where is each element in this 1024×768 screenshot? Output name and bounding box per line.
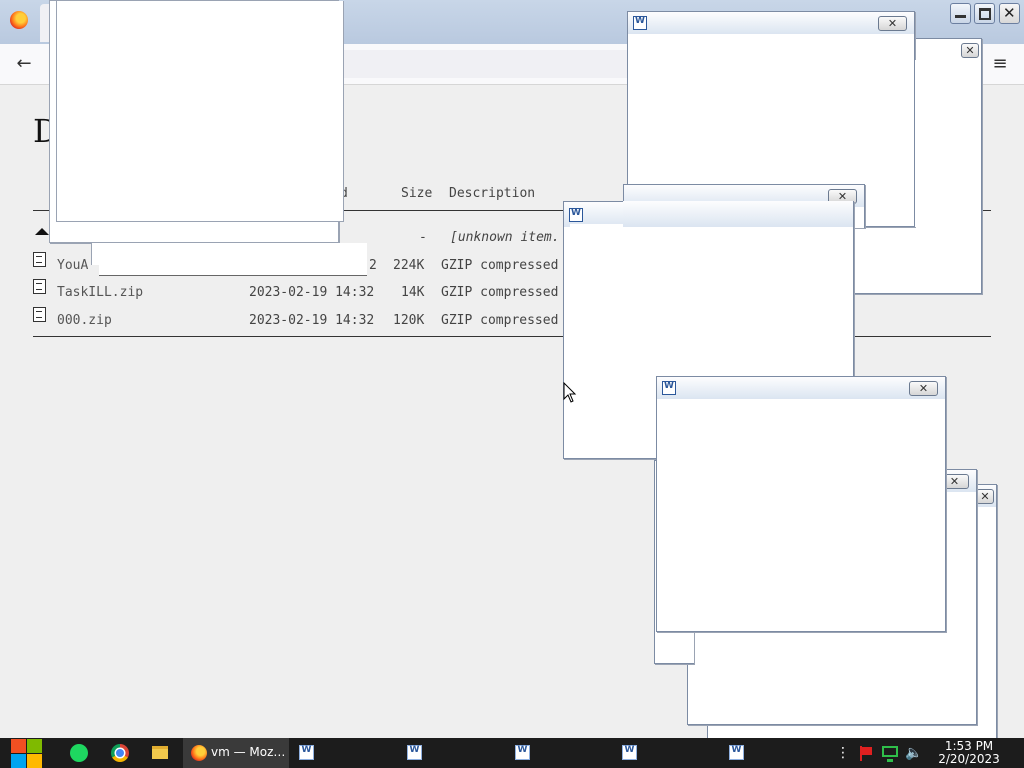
clock-date: 2/20/2023 (938, 752, 1000, 766)
taskbar-word-button[interactable] (510, 738, 614, 768)
system-clock[interactable]: 1:53 PM 2/20/2023 (934, 740, 1004, 766)
window-body (663, 399, 939, 625)
back-arrow-icon[interactable]: ← (13, 53, 35, 75)
tray-overflow-icon[interactable]: ⋮ (836, 745, 850, 761)
hamburger-menu-icon[interactable]: ≡ (989, 53, 1011, 75)
network-icon[interactable] (882, 746, 898, 762)
blank-window-fragment (915, 60, 960, 227)
row-description: GZIP compressed (441, 285, 559, 300)
spotify-icon[interactable] (70, 744, 88, 762)
start-button[interactable] (11, 738, 43, 768)
close-button[interactable]: ✕ (878, 16, 907, 31)
word-document-icon (407, 745, 422, 760)
word-document-icon (633, 16, 647, 30)
row-size: 14K (401, 285, 425, 300)
file-icon (33, 252, 46, 267)
row-filename[interactable]: YouA (57, 258, 88, 273)
minimize-button[interactable] (950, 3, 971, 24)
blank-popup-edge (91, 243, 100, 265)
close-window-button[interactable] (999, 3, 1020, 24)
row-description: GZIP compressed (441, 313, 559, 328)
volume-icon[interactable]: 🔈 (905, 745, 922, 761)
close-button[interactable]: ✕ (976, 489, 994, 504)
firefox-icon (191, 745, 207, 761)
word-document-icon (622, 745, 637, 760)
window-title-bar[interactable]: ✕ (628, 12, 914, 34)
row-date: 2023-02-19 14:32 (249, 285, 375, 300)
row-filename[interactable]: 000.zip (57, 313, 112, 328)
blank-popup-window[interactable] (49, 0, 344, 243)
close-button[interactable]: ✕ (909, 381, 938, 396)
taskbar-word-button[interactable] (294, 738, 398, 768)
row-filename[interactable]: TaskILL.zip (57, 285, 143, 300)
word-document-icon (729, 745, 744, 760)
windows-logo-tile (11, 754, 26, 768)
row-size: 120K (393, 313, 425, 328)
row-date: 2 (369, 258, 377, 273)
blank-popup-strip (99, 243, 367, 276)
windows-logo-tile (27, 739, 42, 753)
row-date: 2023-02-19 14:32 (249, 313, 375, 328)
file-icon (33, 279, 46, 294)
window-title-bar[interactable]: ✕ (657, 377, 945, 399)
mouse-cursor-icon (563, 382, 577, 403)
file-icon (33, 307, 46, 322)
row-description: GZIP compressed (441, 258, 559, 273)
row-size: - (419, 230, 427, 245)
popup-window-body (56, 1, 344, 222)
windows-logo-icon (11, 739, 26, 753)
parent-directory-icon[interactable] (35, 228, 49, 235)
chrome-icon[interactable] (111, 744, 129, 762)
close-button[interactable]: ✕ (961, 43, 979, 58)
column-header-size[interactable]: Size (401, 186, 432, 201)
maximize-button[interactable] (974, 3, 995, 24)
action-center-flag-icon[interactable] (858, 746, 874, 761)
taskbar-word-button[interactable] (617, 738, 721, 768)
taskbar: vm — Moz… ⋮ 🔈 1:53 PM 2/20/2023 (0, 738, 1024, 768)
row-size: 224K (393, 258, 425, 273)
file-explorer-icon[interactable] (152, 746, 168, 759)
taskbar-word-button[interactable] (724, 738, 828, 768)
column-header-description[interactable]: Description (449, 186, 535, 201)
title-bar-fragment (623, 201, 853, 227)
word-document-icon (515, 745, 530, 760)
taskbar-word-button[interactable] (402, 738, 506, 768)
taskbar-firefox-label: vm — Moz… (211, 745, 286, 759)
windows-logo-tile (27, 754, 42, 768)
word-document-icon (662, 381, 676, 395)
row-description: [unknown item. (450, 230, 560, 245)
firefox-icon[interactable] (10, 11, 28, 29)
taskbar-firefox-button[interactable]: vm — Moz… (183, 738, 289, 768)
word-document-icon (569, 208, 583, 222)
blank-word-window[interactable]: ✕ (656, 376, 946, 632)
word-document-icon (299, 745, 314, 760)
